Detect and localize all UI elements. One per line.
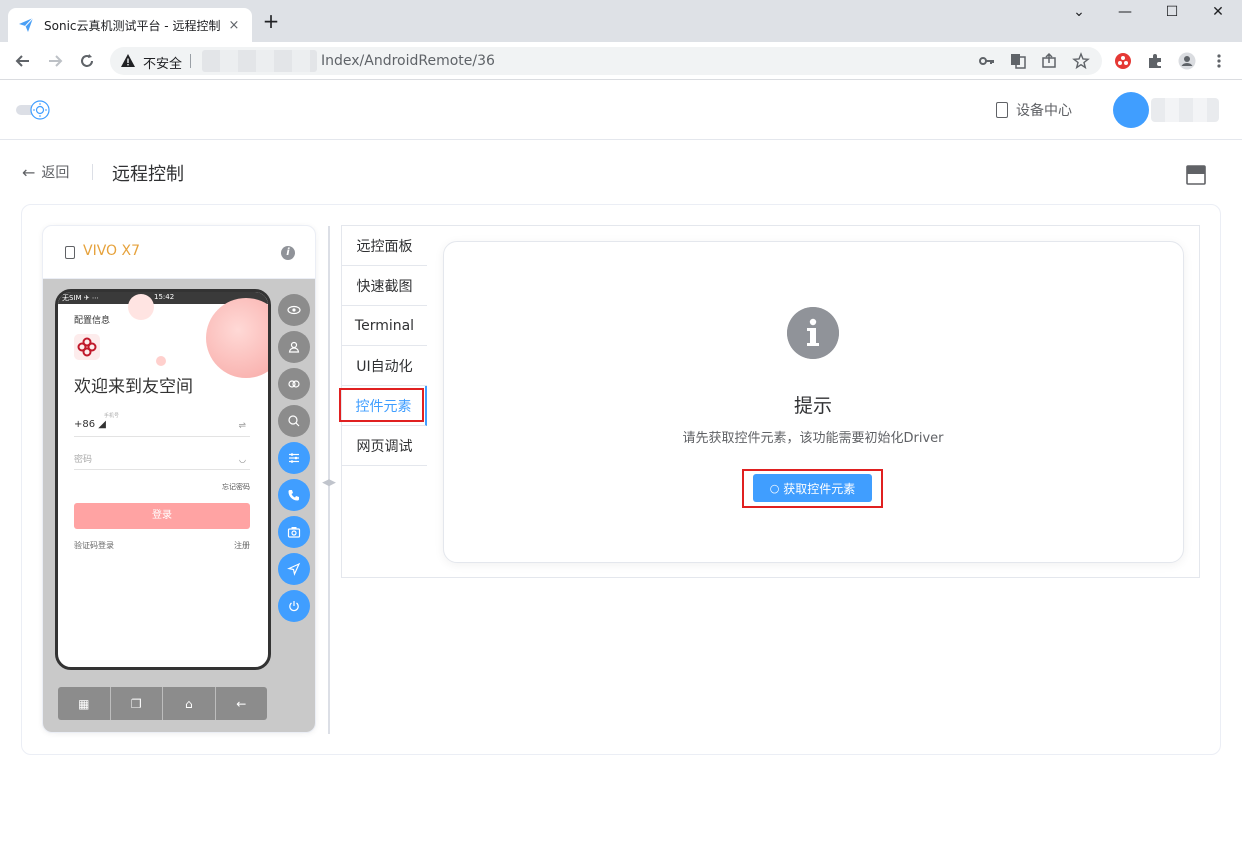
device-body: 无SIM ✈ ⋯ 15:42 配置信息 欢迎来到友空间 手机号 +86 ◢ ⇌ … <box>43 279 315 732</box>
browser-tab[interactable]: Sonic云真机测试平台 - 远程控制 × <box>8 8 252 42</box>
home-button[interactable]: ⌂ <box>163 687 216 720</box>
location-button[interactable] <box>278 553 310 585</box>
tab-remote-panel[interactable]: 远控面板 <box>342 226 427 266</box>
maximize-button[interactable]: ☐ <box>1157 4 1187 20</box>
back-link[interactable]: ← 返回 <box>22 162 69 182</box>
config-text: 配置信息 <box>74 316 111 326</box>
splitter-handle-icon[interactable]: ◀▶ <box>320 478 338 490</box>
device-card: VIVO X7 i 无SIM ✈ ⋯ 15:42 配置信息 欢迎来到友空间 手机… <box>42 225 316 733</box>
phone-call-button[interactable] <box>278 479 310 511</box>
home-icon: ⌂ <box>184 696 193 711</box>
minimize-button[interactable]: — <box>1110 4 1140 20</box>
back-arrow-icon: ← <box>22 162 36 182</box>
link-icon <box>288 380 300 388</box>
avatar[interactable] <box>1113 92 1149 128</box>
address-bar[interactable]: 不安全 Index/AndroidRemote/36 <box>110 47 1102 75</box>
tab-terminal[interactable]: Terminal <box>342 306 427 346</box>
address-separator <box>190 54 191 68</box>
device-center-label: 设备中心 <box>1016 103 1072 119</box>
eye-icon <box>287 305 301 315</box>
tabs-filler <box>342 466 427 577</box>
device-name: VIVO X7 <box>83 243 141 259</box>
forward-arrow-icon[interactable] <box>45 51 65 71</box>
device-screen[interactable]: 无SIM ✈ ⋯ 15:42 配置信息 欢迎来到友空间 手机号 +86 ◢ ⇌ … <box>55 289 271 670</box>
translate-icon[interactable] <box>1009 52 1027 70</box>
layout-switch-icon[interactable] <box>1186 164 1206 186</box>
screenshot-button[interactable] <box>278 516 310 548</box>
device-nav-bar: ▦ ❐ ⌂ ← <box>58 687 267 720</box>
info-icon[interactable]: i <box>281 246 295 260</box>
camera-icon <box>287 527 301 538</box>
app-logo-icon <box>74 334 100 360</box>
paper-plane-icon <box>19 17 34 32</box>
phone-call-icon <box>288 490 299 501</box>
copy-icon: ❐ <box>130 696 142 711</box>
profile-icon[interactable] <box>1178 52 1196 70</box>
device-back-button[interactable]: ← <box>215 687 267 720</box>
sms-login-link[interactable]: 验证码登录 <box>74 540 114 551</box>
phone-icon <box>996 102 1008 118</box>
login-button[interactable]: 登录 <box>74 503 250 529</box>
info-circle-icon <box>787 307 839 359</box>
decor-bubble <box>206 298 268 378</box>
mobile-icon <box>65 246 75 259</box>
app-switch-button[interactable]: ▦ <box>58 687 111 720</box>
new-tab-button[interactable]: + <box>262 11 280 31</box>
status-left: 无SIM ✈ ⋯ <box>62 294 99 302</box>
device-center-link[interactable]: 设备中心 <box>996 100 1072 120</box>
user-button[interactable] <box>278 331 310 363</box>
browser-tab-bar: Sonic云真机测试平台 - 远程控制 × + ⌄ — ☐ ✕ <box>0 0 1242 42</box>
forgot-password-link[interactable]: 忘记密码 <box>222 482 250 492</box>
decor-bubble <box>156 356 166 366</box>
tab-title: Sonic云真机测试平台 - 远程控制 <box>44 18 221 33</box>
warning-icon <box>121 54 135 67</box>
back-arrow-icon: ← <box>236 696 247 711</box>
power-button[interactable] <box>278 590 310 622</box>
highlight-frame-button <box>742 469 883 508</box>
page-title: 远程控制 <box>112 164 184 185</box>
recent-apps-button[interactable]: ❐ <box>110 687 163 720</box>
password-field[interactable]: 密码 ◡ <box>74 452 250 470</box>
extensions-puzzle-icon[interactable] <box>1146 52 1164 70</box>
page-header-divider <box>92 164 93 180</box>
power-icon <box>289 601 299 612</box>
tab-ui-automation[interactable]: UI自动化 <box>342 346 427 386</box>
back-arrow-icon[interactable] <box>13 51 33 71</box>
url-text: Index/AndroidRemote/36 <box>321 53 495 69</box>
visibility-button[interactable] <box>278 294 310 326</box>
hint-description: 请先获取控件元素，该功能需要初始化Driver <box>682 431 944 446</box>
hint-title: 提示 <box>793 395 832 417</box>
user-icon <box>288 341 300 353</box>
browser-toolbar: 不安全 Index/AndroidRemote/36 <box>0 42 1242 80</box>
app-header: 设备中心 <box>0 80 1242 140</box>
settings-button[interactable] <box>278 442 310 474</box>
key-icon[interactable] <box>978 52 996 70</box>
close-window-button[interactable]: ✕ <box>1203 4 1233 20</box>
device-card-header: VIVO X7 i <box>43 226 315 279</box>
location-arrow-icon <box>287 562 301 576</box>
blurred-username[interactable] <box>1151 98 1219 122</box>
grid-icon: ▦ <box>78 696 90 711</box>
password-placeholder: 密码 <box>74 455 93 465</box>
reload-icon[interactable] <box>77 51 97 71</box>
bookmark-star-icon[interactable] <box>1072 52 1090 70</box>
register-link[interactable]: 注册 <box>234 540 250 551</box>
sliders-icon <box>289 453 299 463</box>
decor-bubble <box>128 294 154 320</box>
tab-quick-screenshot[interactable]: 快速截图 <box>342 266 427 306</box>
not-secure-label: 不安全 <box>143 57 183 72</box>
eye-closed-icon: ◡ <box>239 455 246 464</box>
more-menu-icon[interactable] <box>1210 52 1228 70</box>
blurred-host <box>202 50 317 72</box>
tab-search-icon[interactable]: ⌄ <box>1064 4 1094 20</box>
theme-toggle-icon[interactable] <box>16 99 52 121</box>
tab-close-icon[interactable]: × <box>226 18 242 33</box>
extension-red-icon[interactable] <box>1114 52 1132 70</box>
share-icon[interactable] <box>1040 52 1058 70</box>
status-time: 15:42 <box>154 293 175 301</box>
back-label: 返回 <box>41 165 70 181</box>
